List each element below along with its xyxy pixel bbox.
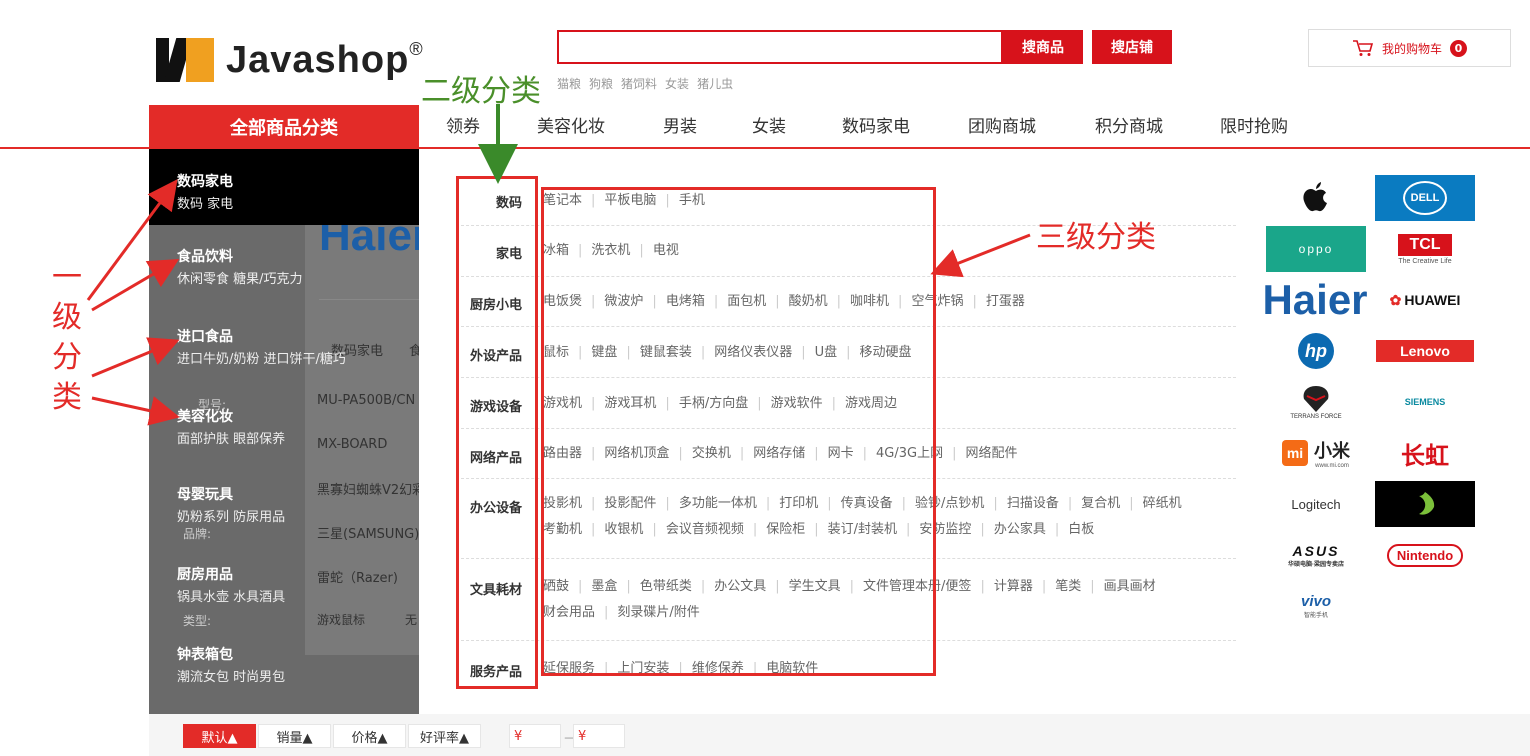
sort-rating-button[interactable]: 好评率▲	[408, 724, 481, 748]
price-to-input[interactable]: ¥	[573, 724, 625, 748]
sort-sales-button[interactable]: 销量▲	[258, 724, 331, 748]
page: Javashop® 搜商品 搜店铺 猫粮 狗粮 猪饲料 女装 猪儿虫 我的购物车…	[0, 0, 1530, 756]
price-from-input[interactable]: ¥	[509, 724, 561, 748]
sort-default-button[interactable]: 默认▲	[183, 724, 256, 748]
sort-price-button[interactable]: 价格▲	[333, 724, 406, 748]
annotation-arrows	[86, 104, 1031, 426]
